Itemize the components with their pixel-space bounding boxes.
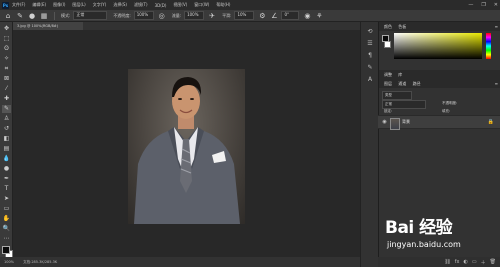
baidu-watermark: Bai 经验 jingyan.baidu.com — [375, 213, 500, 263]
pressure-opacity-icon[interactable]: ◎ — [158, 12, 166, 20]
frame-tool-icon[interactable]: ⊠ — [2, 75, 11, 83]
history-brush-tool-icon[interactable]: ↺ — [2, 125, 11, 133]
menu-file[interactable]: 文件(F) — [12, 2, 25, 8]
angle-input[interactable]: 0° — [281, 11, 300, 20]
menu-3d[interactable]: 3D(D) — [155, 3, 167, 8]
pen-tool-icon[interactable]: ✒ — [2, 175, 11, 183]
symmetry-icon[interactable]: ⚘ — [315, 12, 323, 20]
tab-color[interactable]: 颜色 — [384, 24, 392, 29]
menu-image[interactable]: 图像(I) — [53, 2, 65, 8]
zoom-tool-icon[interactable]: 🔍 — [2, 225, 11, 233]
close-button[interactable]: ✕ — [494, 2, 498, 8]
flow-label: 流量: — [171, 12, 182, 18]
pressure-size-icon[interactable]: ◉ — [303, 12, 311, 20]
clone-stamp-tool-icon[interactable]: ♙ — [2, 115, 11, 123]
quick-select-tool-icon[interactable]: ✧ — [2, 55, 11, 63]
healing-brush-tool-icon[interactable]: ✚ — [2, 95, 11, 103]
menu-type[interactable]: 文字(Y) — [93, 2, 107, 8]
brush-settings-icon[interactable]: ▦ — [40, 12, 48, 20]
move-tool-icon[interactable]: ✥ — [2, 25, 11, 33]
menu-layer[interactable]: 图层(L) — [72, 2, 85, 8]
history-icon[interactable]: ⟲ — [365, 28, 375, 36]
color-panel-tabs: 颜色 色板 ≡ — [379, 22, 500, 31]
menu-bar: Ps 文件(F) 编辑(E) 图像(I) 图层(L) 文字(Y) 选择(S) 滤… — [0, 0, 500, 10]
opacity-label: 不透明度: — [113, 12, 131, 18]
layer-name: 背景 — [402, 119, 410, 124]
options-bar: ⌂ ✎ ● ▦ 模式: 正常 不透明度: 100% ◎ 流量: 100% ✈ 平… — [0, 10, 500, 22]
layer-thumbnail — [390, 118, 400, 130]
document-tab[interactable]: 3.jpg @ 100%(RGB/8#) — [13, 22, 83, 30]
tab-adjustments[interactable]: 调整 — [384, 72, 392, 77]
eyedropper-tool-icon[interactable]: ⁄ — [2, 85, 11, 93]
lock-label: 锁定: — [384, 109, 393, 113]
panel-background-swatch[interactable] — [384, 41, 391, 48]
airbrush-icon[interactable]: ✈ — [208, 12, 216, 20]
marquee-tool-icon[interactable]: ⬚ — [2, 35, 11, 43]
properties-icon[interactable]: ☰ — [365, 40, 375, 48]
menu-window[interactable]: 窗口(W) — [194, 2, 209, 8]
paragraph-icon[interactable]: ¶ — [365, 52, 375, 60]
menu-edit[interactable]: 编辑(E) — [32, 2, 46, 8]
tab-libraries[interactable]: 库 — [398, 72, 402, 77]
watermark-logo-text: Bai 经验 — [385, 218, 453, 238]
adjust-panel-tabs: 调整 库 — [379, 70, 500, 79]
color-picker-field[interactable] — [394, 33, 482, 59]
menu-help[interactable]: 帮助(H) — [216, 2, 230, 8]
layer-kind-filter[interactable]: 类型 — [382, 91, 412, 100]
eraser-tool-icon[interactable]: ◧ — [2, 135, 11, 143]
panel-menu-icon[interactable]: ≡ — [495, 22, 498, 31]
layers-controls: 类型 正常 不透明度: 锁定: 填充: — [380, 84, 496, 113]
restore-button[interactable]: ❐ — [481, 2, 485, 8]
smoothing-label: 平滑: — [222, 12, 232, 18]
brush-tool-icon[interactable]: ✎ — [16, 12, 24, 20]
portrait-photo[interactable] — [128, 69, 245, 224]
fill-label: 填充: — [442, 109, 451, 113]
rectangle-tool-icon[interactable]: ▭ — [2, 205, 11, 213]
character-icon[interactable]: A — [365, 76, 375, 84]
flow-input[interactable]: 100% — [184, 11, 205, 20]
photoshop-logo: Ps — [2, 1, 9, 9]
portrait-image — [134, 77, 240, 224]
menu-select[interactable]: 选择(S) — [113, 2, 127, 8]
brush-preset-icon[interactable]: ● — [28, 12, 36, 20]
menu-view[interactable]: 视图(V) — [173, 2, 187, 8]
hand-tool-icon[interactable]: ✋ — [2, 215, 11, 223]
dodge-tool-icon[interactable]: ● — [2, 165, 11, 173]
watermark-url: jingyan.baidu.com — [387, 240, 461, 249]
mode-select[interactable]: 正常 — [73, 11, 108, 20]
crop-tool-icon[interactable]: ⌗ — [2, 65, 11, 73]
foreground-color-swatch[interactable] — [2, 246, 10, 254]
zoom-level[interactable]: 100% — [4, 260, 14, 264]
mode-label: 模式: — [61, 12, 71, 18]
document-size: 文档:285.3K/285.3K — [23, 260, 58, 264]
path-select-tool-icon[interactable]: ➤ — [2, 195, 11, 203]
menu-filter[interactable]: 滤镜(T) — [134, 2, 148, 8]
tab-swatches[interactable]: 色板 — [398, 24, 406, 29]
smoothing-settings-icon[interactable]: ⚙ — [258, 12, 266, 20]
more-tools-icon[interactable]: ⋯ — [2, 235, 11, 243]
type-tool-icon[interactable]: T — [2, 185, 11, 193]
blur-tool-icon[interactable]: 💧 — [2, 155, 11, 163]
panel-foreground-swatch[interactable] — [382, 35, 389, 42]
brush-presets-icon[interactable]: ✎ — [365, 64, 375, 72]
window-controls: — ❐ ✕ — [468, 0, 498, 10]
layer-row-background[interactable]: ◉ 背景 🔒 — [378, 115, 500, 130]
lock-icon[interactable]: 🔒 — [488, 119, 494, 125]
layer-opacity-label: 不透明度: — [442, 101, 458, 105]
brush-tool-icon[interactable]: ✎ — [2, 105, 11, 113]
lasso-tool-icon[interactable]: ʘ — [2, 45, 11, 53]
divider — [54, 11, 55, 20]
smoothing-input[interactable]: 10% — [234, 11, 255, 20]
angle-icon[interactable]: ∠ — [270, 12, 278, 20]
tools-panel: ✥ ⬚ ʘ ✧ ⌗ ⊠ ⁄ ✚ ✎ ♙ ↺ ◧ ▤ 💧 ● ✒ T ➤ ▭ ✋ … — [0, 22, 13, 258]
home-icon[interactable]: ⌂ — [4, 12, 12, 20]
minimize-button[interactable]: — — [468, 2, 473, 8]
gradient-tool-icon[interactable]: ▤ — [2, 145, 11, 153]
hue-slider[interactable] — [486, 33, 491, 59]
visibility-eye-icon[interactable]: ◉ — [381, 119, 388, 126]
opacity-input[interactable]: 100% — [133, 11, 154, 20]
status-bar: 100% 文档:285.3K/285.3K — [0, 257, 360, 267]
